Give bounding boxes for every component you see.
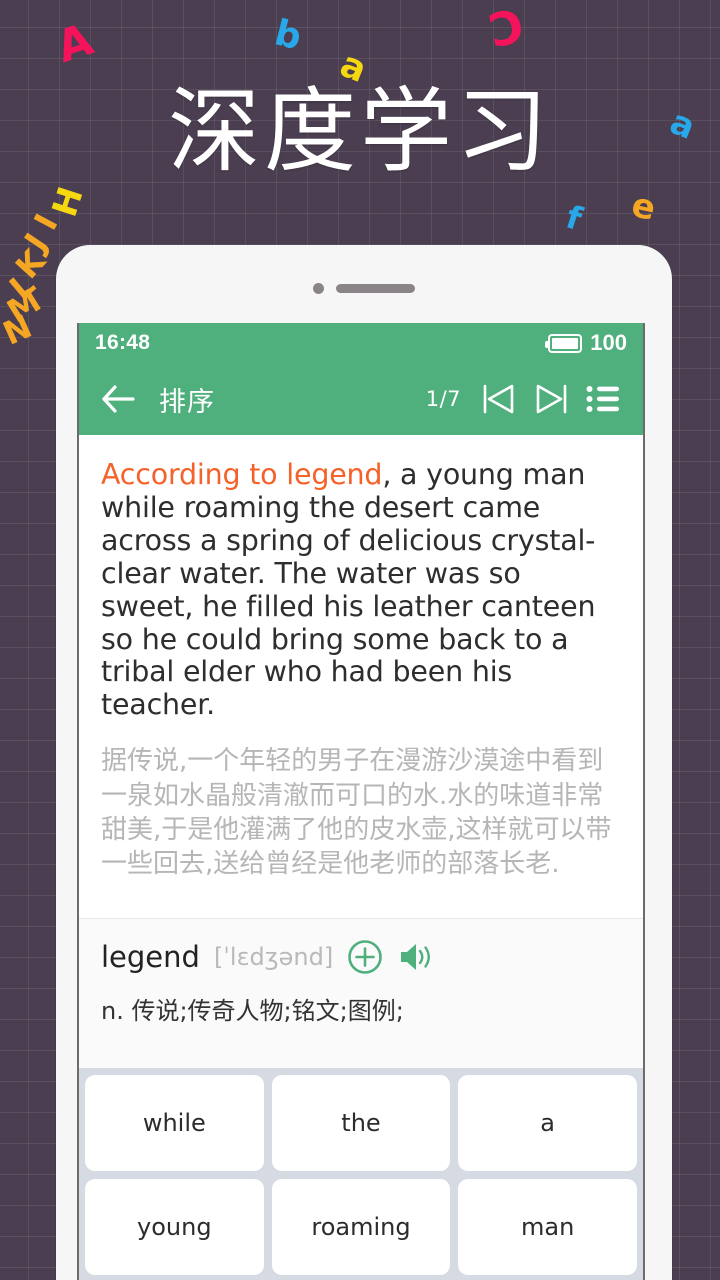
decorative-letter: C [483,0,529,57]
status-time: 16:48 [95,331,151,354]
phone-mockup: 16:48 100 排序 1/7 According to legend, a … [56,245,672,1280]
page-counter: 1/7 [425,387,461,411]
reading-pane: According to legend, a young man while r… [79,435,643,918]
dictionary-word: legend [101,940,200,974]
word-tile[interactable]: a [458,1075,637,1171]
dictionary-phonetic: [ˈlɛdʒənd] [213,943,334,971]
decorative-letter: b [270,12,306,59]
dictionary-header: legend [ˈlɛdʒənd] [101,939,621,975]
app-bar-title: 排序 [159,386,215,418]
word-tile-grid: while the a young roaming man [79,1068,643,1280]
dictionary-definition: n. 传说;传奇人物;铭文;图例; [101,997,404,1025]
phone-speaker-grill [336,284,415,293]
page-title: 深度学习 [167,81,552,183]
status-bar: 16:48 100 [79,323,643,363]
app-bar: 排序 1/7 [79,363,643,435]
skip-next-icon[interactable] [527,375,575,423]
status-right-group: 100 [545,330,627,356]
battery-icon [545,333,583,353]
back-button[interactable] [95,376,141,422]
decorative-letter: f [561,197,587,239]
word-tile[interactable]: roaming [271,1179,451,1275]
decorative-letter: H [44,182,92,222]
phone-camera-icon [313,283,324,294]
chinese-translation: 据传说,一个年轻的男子在漫游沙漠途中看到一泉如水晶般清澈而可口的水.水的味道非常… [101,746,612,880]
battery-percent-label: 100 [590,330,627,355]
dictionary-pane: legend [ˈlɛdʒənd] n. 传说;传奇人物;铭文;图例; [79,918,643,1068]
decorative-letter: e [628,185,659,229]
plus-circle-icon[interactable] [347,939,383,975]
speaker-icon[interactable] [397,940,435,974]
word-tile[interactable]: the [271,1075,451,1171]
word-tile[interactable]: man [458,1179,637,1275]
decorative-letter: A [50,14,99,74]
highlighted-phrase[interactable]: According to legend [101,458,383,491]
word-tile[interactable]: young [85,1179,264,1275]
app-screen: 16:48 100 排序 1/7 According to legend, a … [77,323,645,1280]
phone-top-hardware [56,283,672,294]
english-paragraph: According to legend, a young man while r… [101,458,621,722]
skip-previous-icon[interactable] [475,375,523,423]
english-paragraph-rest: , a young man while roaming the desert c… [101,458,596,722]
word-tile[interactable]: while [85,1075,264,1171]
list-icon[interactable] [579,375,627,423]
page-root: AbCaaefHIJKLMN 深度学习 16:48 100 排序 1/7 Acc… [0,0,720,1280]
